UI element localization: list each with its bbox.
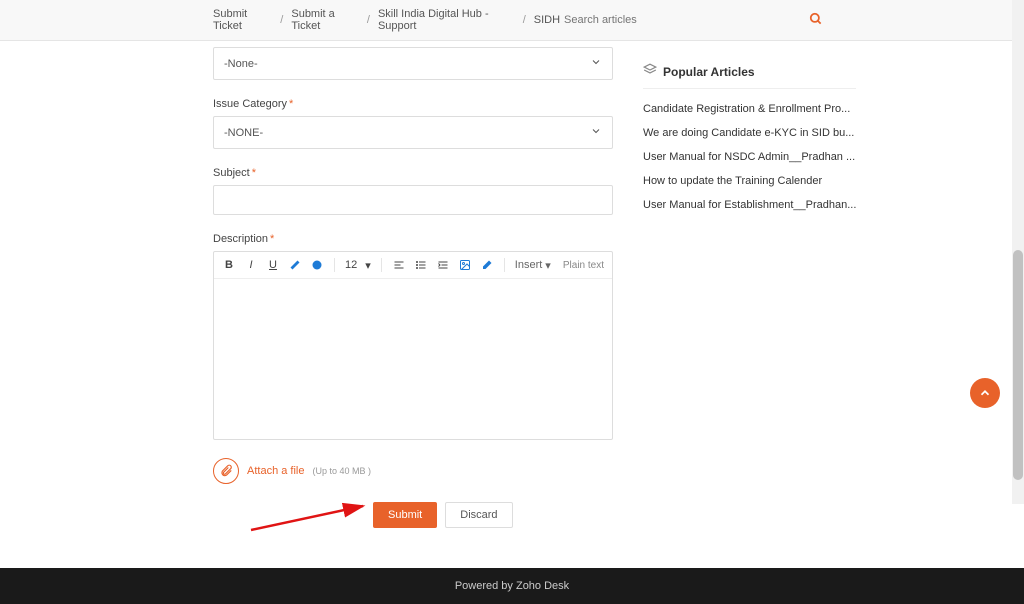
article-link[interactable]: We are doing Candidate e-KYC in SID bu..… (643, 121, 856, 145)
footer: Powered by Zoho Desk (0, 568, 1024, 604)
search-icon[interactable] (809, 12, 823, 29)
bold-icon[interactable]: B (222, 258, 236, 272)
breadcrumb-item[interactable]: Submit Ticket (213, 8, 272, 32)
insert-dropdown[interactable]: Insert ▾ (515, 259, 551, 272)
attach-icon (213, 458, 239, 484)
article-list: Candidate Registration & Enrollment Pro.… (643, 97, 856, 217)
footer-text: Powered by Zoho Desk (455, 580, 569, 592)
plain-text-toggle[interactable]: Plain text (563, 260, 604, 271)
chevron-down-icon (590, 125, 602, 140)
list-icon[interactable] (414, 258, 428, 272)
issue-category-select[interactable]: -NONE- (213, 116, 613, 149)
attach-hint: (Up to 40 MB ) (312, 466, 371, 476)
color-icon[interactable] (310, 258, 324, 272)
issue-category-label: Issue Category* (213, 98, 613, 110)
subject-label: Subject* (213, 167, 613, 179)
description-label: Description* (213, 233, 613, 245)
breadcrumb-item[interactable]: Submit a Ticket (291, 8, 359, 32)
sidebar: Popular Articles Candidate Registration … (643, 41, 856, 528)
breadcrumb-sep: / (523, 14, 526, 26)
issue-category-value: -NONE- (224, 127, 263, 139)
align-left-icon[interactable] (392, 258, 406, 272)
popular-header: Popular Articles (643, 63, 856, 89)
stack-icon (643, 63, 657, 80)
form-column: -None- Issue Category* -NONE- Subject* D… (213, 41, 613, 528)
popular-title: Popular Articles (663, 65, 755, 79)
article-link[interactable]: User Manual for NSDC Admin__Pradhan ... (643, 145, 856, 169)
scroll-top-button[interactable] (970, 378, 1000, 408)
font-size-value: 12 (345, 259, 357, 271)
italic-icon[interactable]: I (244, 258, 258, 272)
attach-label: Attach a file (247, 465, 304, 477)
insert-label: Insert (515, 259, 543, 271)
attach-row[interactable]: Attach a file (Up to 40 MB ) (213, 458, 613, 484)
breadcrumb-sep: / (280, 14, 283, 26)
vertical-scrollbar[interactable] (1012, 0, 1024, 504)
article-link[interactable]: How to update the Training Calender (643, 169, 856, 193)
search-container (560, 10, 827, 30)
font-size-select[interactable]: 12 ▾ (345, 259, 371, 272)
breadcrumb-item[interactable]: SIDH (534, 14, 560, 26)
underline-icon[interactable]: U (266, 258, 280, 272)
search-input[interactable] (560, 10, 827, 30)
indent-icon[interactable] (436, 258, 450, 272)
breadcrumb-sep: / (367, 14, 370, 26)
edit-icon[interactable] (288, 258, 302, 272)
topbar: Submit Ticket / Submit a Ticket / Skill … (0, 0, 1024, 41)
image-icon[interactable] (458, 258, 472, 272)
editor-toolbar: B I U 12 ▾ (214, 252, 612, 279)
breadcrumb-item[interactable]: Skill India Digital Hub - Support (378, 8, 515, 32)
top-select-value: -None- (224, 58, 258, 70)
scrollbar-thumb[interactable] (1013, 250, 1023, 480)
subject-input[interactable] (213, 185, 613, 215)
article-link[interactable]: User Manual for Establishment__Pradhan..… (643, 193, 856, 217)
caret-down-icon: ▾ (365, 259, 371, 272)
editor-body[interactable] (214, 279, 612, 439)
chevron-down-icon (590, 56, 602, 71)
annotation-arrow (213, 500, 613, 530)
breadcrumb: Submit Ticket / Submit a Ticket / Skill … (213, 8, 560, 32)
eraser-icon[interactable] (480, 258, 494, 272)
caret-down-icon: ▾ (545, 259, 551, 272)
rich-text-editor: B I U 12 ▾ (213, 251, 613, 440)
article-link[interactable]: Candidate Registration & Enrollment Pro.… (643, 97, 856, 121)
top-select[interactable]: -None- (213, 47, 613, 80)
